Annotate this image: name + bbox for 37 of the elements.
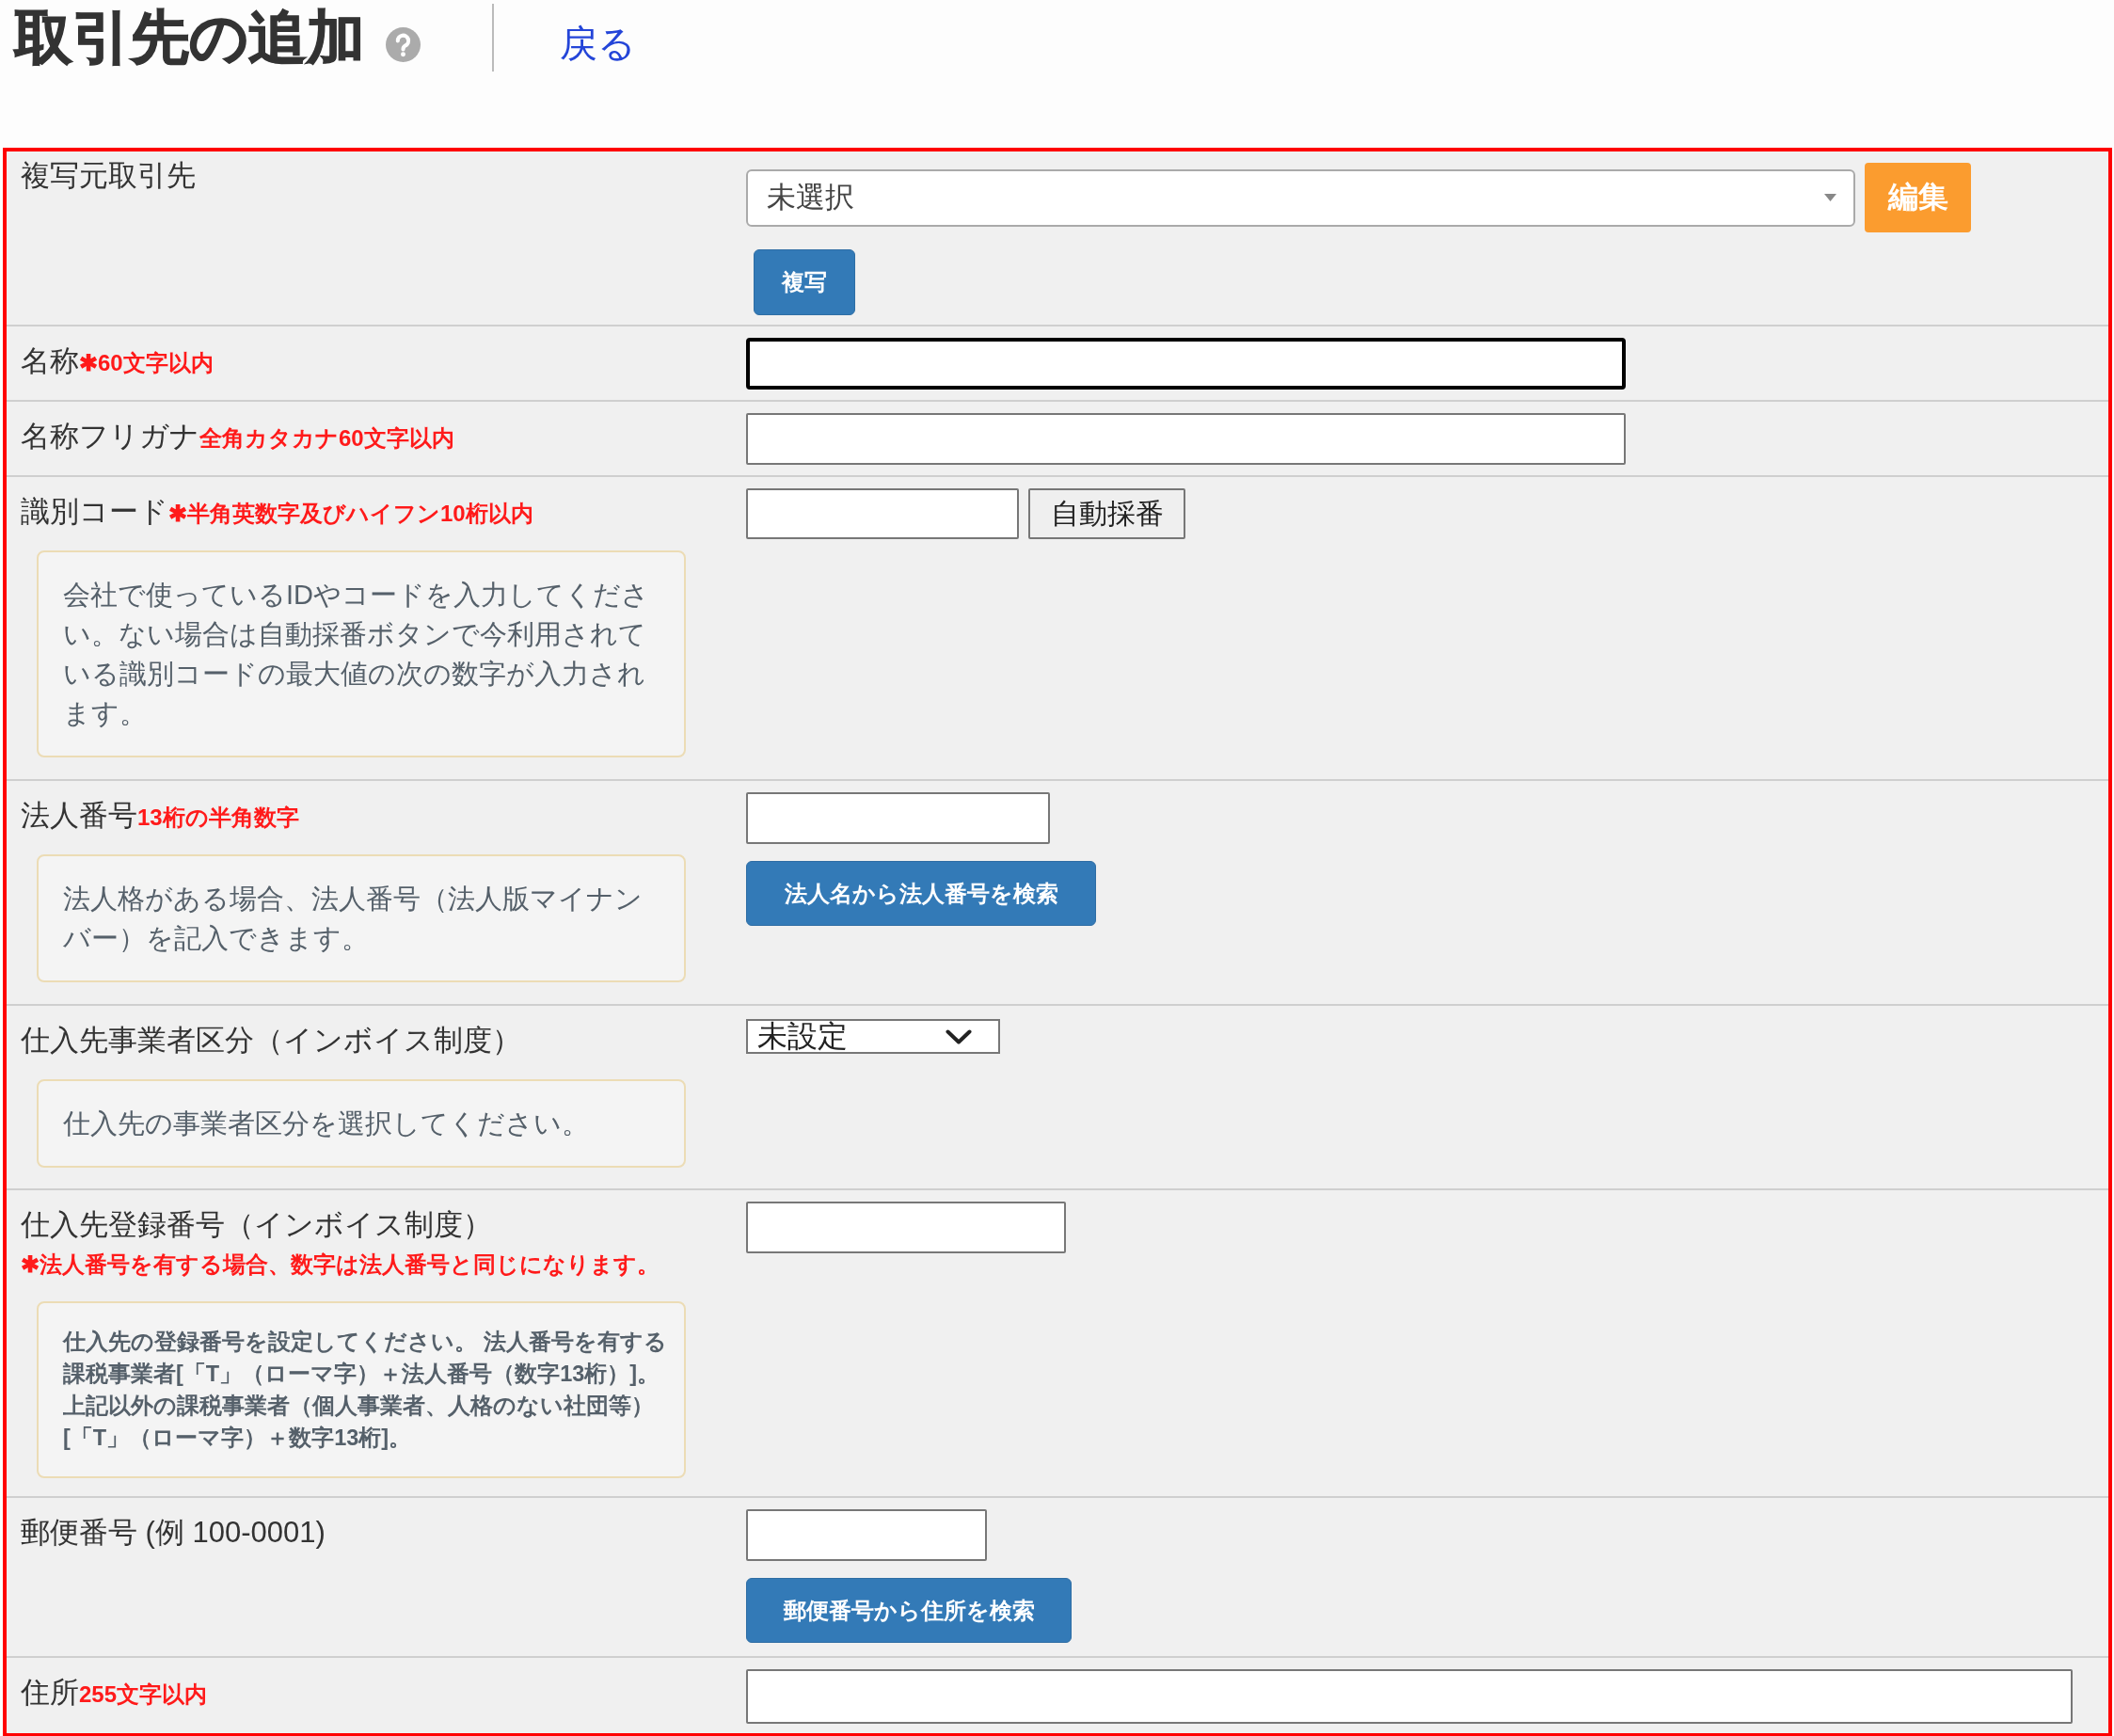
code-field[interactable] — [746, 488, 1019, 539]
field-note: ✱半角英数字及びハイフン10桁以内 — [168, 500, 533, 528]
address-search-button[interactable]: 郵便番号から住所を検索 — [746, 1578, 1072, 1643]
furigana-field[interactable] — [746, 413, 1626, 465]
field-note: ✱法人番号を有する場合、数字は法人番号と同じになります。 — [21, 1250, 660, 1279]
postal-code-field[interactable] — [746, 1509, 987, 1561]
name-field[interactable] — [746, 338, 1626, 390]
registration-number-field[interactable] — [746, 1202, 1066, 1253]
field-note: 全角カタカナ60文字以内 — [199, 424, 454, 453]
field-label: 住所 — [21, 1676, 79, 1709]
field-label: 仕入先登録番号（インボイス制度） — [21, 1208, 492, 1241]
field-label: 仕入先事業者区分（インボイス制度） — [21, 1024, 521, 1057]
hint-panel: 法人格がある場合、法人番号（法人版マイナンバー）を記入できます。 — [37, 854, 686, 982]
field-label: 識別コード — [21, 495, 168, 528]
corporate-number-search-button[interactable]: 法人名から法人番号を検索 — [746, 861, 1096, 926]
copy-button[interactable]: 複写 — [754, 249, 855, 315]
field-note: 255文字以内 — [79, 1681, 208, 1709]
field-label: 法人番号 — [21, 799, 137, 832]
field-label: 複写元取引先 — [21, 159, 196, 192]
corporate-number-field[interactable] — [746, 792, 1050, 844]
field-label: 名称フリガナ — [21, 420, 199, 453]
back-link[interactable]: 戻る — [560, 17, 636, 70]
chevron-down-icon — [946, 1028, 972, 1044]
business-type-select[interactable]: 未設定 — [746, 1019, 1000, 1054]
hint-panel: 仕入先の事業者区分を選択してください。 — [37, 1079, 686, 1168]
caret-icon — [1824, 194, 1836, 201]
field-note: 13桁の半角数字 — [137, 804, 299, 832]
help-icon[interactable] — [386, 26, 421, 62]
page-title: 取引先の追加 — [14, 4, 365, 72]
address-field[interactable] — [746, 1669, 2073, 1724]
field-label: 郵便番号 (例 100-0001) — [21, 1516, 326, 1549]
field-note: ✱60文字以内 — [79, 349, 214, 377]
hint-panel: 会社で使っているIDやコードを入力してください。ない場合は自動採番ボタンで今利用されている識別コードの最大値の次の数字が入力されます。 — [37, 550, 686, 757]
auto-number-button[interactable]: 自動採番 — [1028, 488, 1185, 539]
field-label: 名称 — [21, 344, 79, 377]
copy-source-select[interactable]: 未選択 — [746, 168, 1855, 227]
hint-panel: 仕入先の登録番号を設定してください。 法人番号を有する課税事業者[「T」（ローマ字）＋法人番号（数字13桁）]。上記以外の課税事業者（個人事業者、人格のない社団等）[「T」（ローマ字）＋数字13桁]。 — [37, 1301, 686, 1478]
